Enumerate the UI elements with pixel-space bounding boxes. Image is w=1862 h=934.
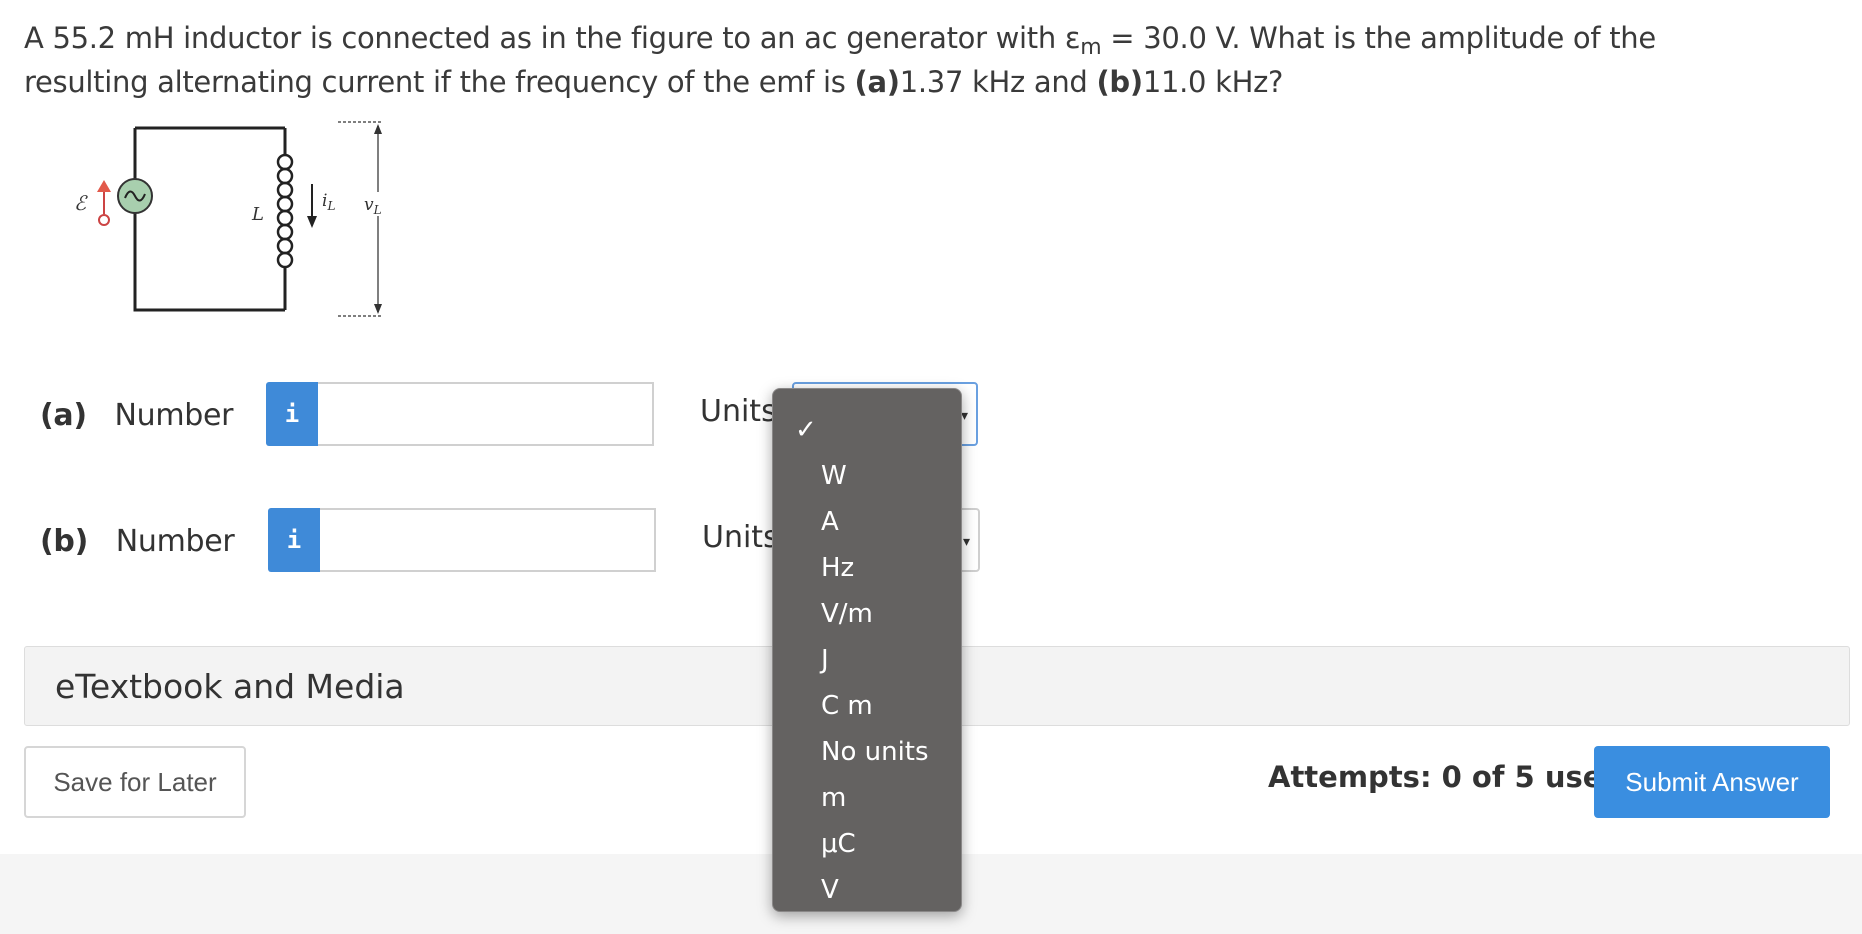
part-a-tag: (a) <box>40 398 87 433</box>
units-option-c-m[interactable]: C m <box>773 683 961 729</box>
question-a-value: 1.37 kHz and <box>899 65 1097 99</box>
part-a-info-icon[interactable]: i <box>266 382 318 446</box>
question-b-tag: (b) <box>1096 65 1143 99</box>
part-b-units-label: Units <box>702 520 779 555</box>
current-sub: L <box>326 199 335 213</box>
part-b-number-label: Number <box>115 524 235 559</box>
chevron-down-icon: ▾ <box>960 408 968 424</box>
inductor-coil-icon <box>276 153 294 269</box>
emf-symbol: ℰ <box>74 191 88 215</box>
part-a-number-label: Number <box>114 398 234 433</box>
part-a-units-label: Units <box>700 394 777 429</box>
units-option-micro-c[interactable]: μC <box>773 821 961 867</box>
save-for-later-button[interactable]: Save for Later <box>24 746 246 818</box>
part-b-info-icon[interactable]: i <box>268 508 320 572</box>
units-dropdown-menu[interactable]: ✓ W A Hz V/m J C m No units m μC V <box>772 388 962 912</box>
inductor-label: L <box>251 204 264 225</box>
question-a-tag: (a) <box>854 65 900 99</box>
part-b-label: (b) Number <box>40 524 235 559</box>
units-options-list: ✓ W A Hz V/m J C m No units m μC V <box>773 407 961 913</box>
part-b-number-input[interactable] <box>320 508 656 572</box>
part-b-info-glyph: i <box>286 526 302 554</box>
submit-answer-button[interactable]: Submit Answer <box>1594 746 1830 818</box>
units-option-j[interactable]: J <box>773 637 961 683</box>
svg-text:iL: iL <box>322 191 335 213</box>
circuit-figure: ℰ L iL vL <box>74 121 396 317</box>
units-option-v[interactable]: V <box>773 867 961 913</box>
part-a-number-input[interactable] <box>318 382 654 446</box>
part-a-label: (a) Number <box>40 398 234 433</box>
question-part-1: A 55.2 mH inductor is connected as in th… <box>24 21 1081 55</box>
question-text: A 55.2 mH inductor is connected as in th… <box>24 16 1724 104</box>
part-a-info-glyph: i <box>284 400 300 428</box>
etextbook-media-label: eTextbook and Media <box>55 667 405 706</box>
checkmark-icon: ✓ <box>795 415 817 445</box>
units-option-a[interactable]: A <box>773 499 961 545</box>
units-option-no-units[interactable]: No units <box>773 729 961 775</box>
question-b-value: 11.0 kHz? <box>1142 65 1284 99</box>
units-option-m[interactable]: m <box>773 775 961 821</box>
units-option-v-per-m[interactable]: V/m <box>773 591 961 637</box>
attempts-counter: Attempts: 0 of 5 used <box>1268 760 1624 794</box>
chevron-down-icon: ▾ <box>962 534 970 550</box>
part-b-tag: (b) <box>40 524 88 559</box>
units-option-hz[interactable]: Hz <box>773 545 961 591</box>
voltage-label: v <box>364 195 374 215</box>
units-option-w[interactable]: W <box>773 453 961 499</box>
units-option-blank[interactable]: ✓ <box>773 407 961 453</box>
question-subscript: m <box>1080 35 1102 60</box>
voltage-sub: L <box>373 203 382 217</box>
